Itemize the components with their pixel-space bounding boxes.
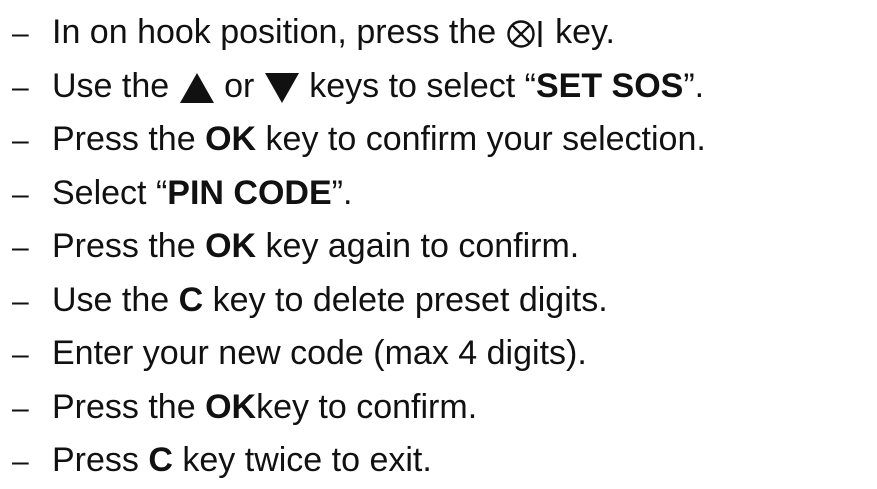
ok-key-label: OK: [205, 227, 257, 265]
instruction-step-3: – Press the OK key to confirm your select…: [12, 113, 874, 167]
bullet-dash: –: [12, 284, 29, 318]
step-4-text-start: Select “: [52, 173, 168, 212]
step-5-text-start: Press the: [52, 227, 196, 265]
up-arrow-icon: [179, 72, 215, 104]
bullet-dash: –: [12, 70, 29, 104]
pin-code-label: PIN CODE: [167, 173, 332, 212]
c-key-label: C: [148, 441, 173, 479]
step-2-text-middle: keys to select “: [309, 66, 536, 105]
step-8-text-end: key to confirm.: [256, 387, 478, 426]
bullet-dash: –: [12, 338, 29, 371]
c-key-label: C: [178, 280, 204, 319]
step-7-text: Enter your new code (max 4 digits).: [52, 334, 587, 372]
bullet-dash: –: [12, 177, 29, 211]
instruction-step-6: – Use the C key to delete preset digits.: [12, 274, 874, 328]
ok-key-label: OK: [205, 387, 257, 426]
step-5-text-end: key again to confirm.: [265, 227, 580, 265]
step-4-text-end: ”.: [331, 173, 353, 212]
instruction-step-7: – Enter your new code (max 4 digits).: [12, 327, 874, 381]
instruction-step-8: – Press the OKkey to confirm.: [12, 381, 874, 435]
down-arrow-icon: [264, 72, 300, 104]
step-1-text-start: In on hook position, press the: [52, 13, 497, 51]
step-1-text-end: key.: [555, 13, 615, 51]
instruction-step-2: – Use the or keys to select “SET SOS”.: [12, 60, 874, 114]
instruction-step-1: – In on hook position, press the key.: [12, 6, 874, 60]
step-3-text-end: key to confirm your selection.: [265, 120, 706, 158]
bullet-dash: –: [12, 391, 29, 425]
instruction-step-5: – Press the OK key again to confirm.: [12, 220, 874, 274]
instruction-step-4: – Select “PIN CODE”.: [12, 167, 874, 221]
step-2-text-end: ”.: [683, 66, 705, 105]
step-9-text-start: Press: [52, 441, 139, 479]
step-3-text-start: Press the: [52, 120, 196, 158]
set-sos-label: SET SOS: [535, 66, 684, 105]
step-6-text-start: Use the: [52, 280, 170, 319]
instruction-step-9: – Press C key twice to exit.: [12, 434, 874, 488]
bullet-dash: –: [12, 445, 29, 478]
bullet-dash: –: [12, 124, 29, 157]
menu-key-icon: [506, 17, 546, 51]
step-8-text-start: Press the: [52, 387, 196, 426]
bullet-dash: –: [12, 231, 29, 264]
bullet-dash: –: [12, 17, 29, 50]
step-6-text-end: key to delete preset digits.: [212, 280, 608, 319]
instruction-list: – In on hook position, press the key. – Us…: [12, 6, 874, 488]
step-2-text-start: Use the: [52, 66, 170, 105]
step-9-text-end: key twice to exit.: [182, 441, 432, 479]
step-2-text-or: or: [224, 66, 255, 105]
ok-key-label: OK: [205, 120, 257, 158]
